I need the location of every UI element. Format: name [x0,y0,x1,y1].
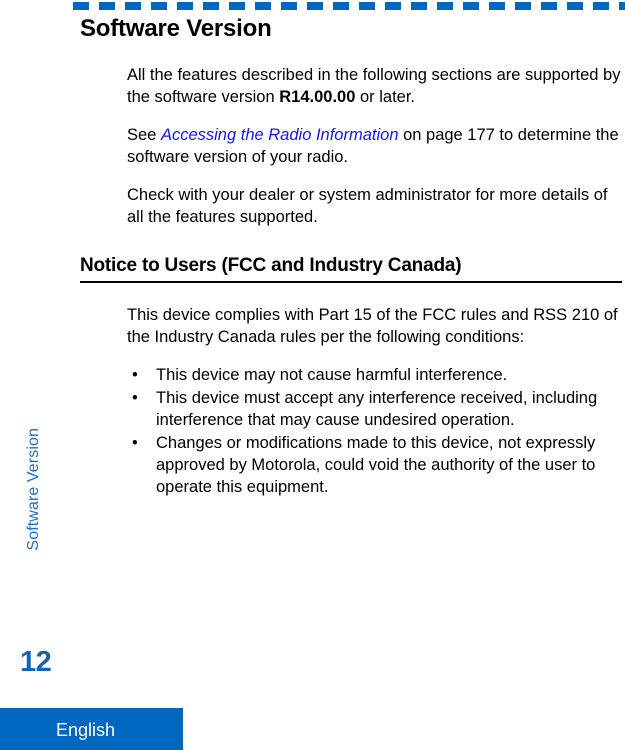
notice-heading: Notice to Users (FCC and Industry Canada… [80,254,622,283]
paragraph-check-with-dealer: Check with your dealer or system adminis… [127,186,608,226]
notice-conditions-list: • This device may not cause harmful inte… [127,364,625,498]
page-title: Software Version [80,15,272,42]
language-footer-box: English [0,708,183,750]
side-tab-label: Software Version [25,428,42,551]
notice-body: This device complies with Part 15 of the… [127,304,625,498]
list-item-text: This device must accept any interference… [156,389,598,429]
list-item: • Changes or modifications made to this … [127,432,625,498]
software-version-value: R14.00.00 [279,88,356,106]
list-item-text: This device may not cause harmful interf… [156,366,508,384]
paragraph-features: All the features described in the follow… [127,64,625,108]
bullet-icon: • [132,366,138,384]
list-item: • This device must accept any interferen… [127,387,625,431]
page-number: 12 [20,646,52,678]
notice-intro-paragraph: This device complies with Part 15 of the… [127,306,618,346]
dashed-rule-decoration [73,2,625,10]
paragraph-see-pre: See [127,126,161,144]
bullet-icon: • [132,389,138,407]
paragraph-features-post: or later. [355,88,416,106]
list-item: • This device may not cause harmful inte… [127,364,625,386]
language-footer-label: English [56,720,116,740]
page-content: Software Version All the features descri… [80,14,625,499]
body-text-block: All the features described in the follow… [127,64,625,228]
paragraph-see-reference: See Accessing the Radio Information on p… [127,124,625,168]
list-item-text: Changes or modifications made to this de… [156,434,596,496]
link-accessing-the-radio-information[interactable]: Accessing the Radio Information [161,126,399,144]
manual-page: Software Version Software Version All th… [0,0,625,750]
bullet-icon: • [132,434,138,452]
side-tab: Software Version [0,0,70,750]
